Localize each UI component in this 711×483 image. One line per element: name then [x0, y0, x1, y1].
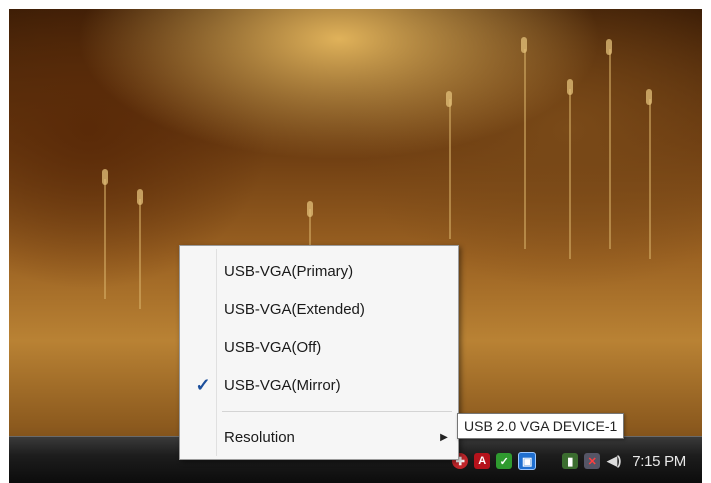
menu-separator: [222, 411, 452, 412]
network-icon[interactable]: ✕: [584, 453, 601, 469]
grass-decoration: [567, 79, 573, 95]
menu-item-label: USB-VGA(Off): [224, 338, 322, 356]
grass-decoration: [102, 169, 108, 185]
antivirus-icon[interactable]: ✓: [496, 453, 513, 469]
menu-item-usb-vga-off[interactable]: USB-VGA(Off): [182, 330, 456, 364]
grass-decoration: [649, 99, 651, 259]
menu-item-label: USB-VGA(Primary): [224, 262, 354, 280]
grass-decoration: [609, 49, 611, 249]
grass-decoration: [606, 39, 612, 55]
grass-decoration: [139, 199, 141, 309]
menu-item-resolution[interactable]: Resolution ▶: [182, 420, 456, 454]
tooltip-text: USB 2.0 VGA DEVICE-1: [464, 418, 618, 434]
volume-icon[interactable]: ◀): [606, 453, 622, 469]
grass-decoration: [104, 179, 106, 299]
grass-decoration: [307, 201, 313, 217]
menu-item-label: USB-VGA(Mirror): [224, 376, 341, 394]
menu-item-usb-vga-primary[interactable]: USB-VGA(Primary): [182, 254, 456, 288]
display-mode-context-menu: USB-VGA(Primary) USB-VGA(Extended) USB-V…: [179, 245, 459, 460]
menu-item-usb-vga-mirror[interactable]: ✓ USB-VGA(Mirror): [182, 368, 456, 402]
system-tray: ✚ A ✓ ▣ ▮ ✕ ◀) 7:15 PM: [452, 449, 686, 473]
adobe-icon[interactable]: A: [474, 453, 491, 469]
menu-item-label: Resolution: [224, 428, 295, 446]
submenu-arrow-icon: ▶: [440, 431, 448, 443]
grass-decoration: [446, 91, 452, 107]
menu-item-usb-vga-extended[interactable]: USB-VGA(Extended): [182, 292, 456, 326]
grass-decoration: [137, 189, 143, 205]
grass-decoration: [524, 49, 526, 249]
battery-icon[interactable]: ▮: [562, 453, 579, 469]
menu-item-label: USB-VGA(Extended): [224, 300, 365, 318]
grass-decoration: [569, 89, 571, 259]
checkmark-icon: ✓: [195, 374, 211, 395]
grass-decoration: [449, 99, 451, 239]
clock[interactable]: 7:15 PM: [632, 453, 686, 470]
grass-decoration: [521, 37, 527, 53]
grass-decoration: [646, 89, 652, 105]
usb-vga-icon[interactable]: ▣: [518, 452, 537, 470]
tray-tooltip: USB 2.0 VGA DEVICE-1: [457, 413, 625, 439]
